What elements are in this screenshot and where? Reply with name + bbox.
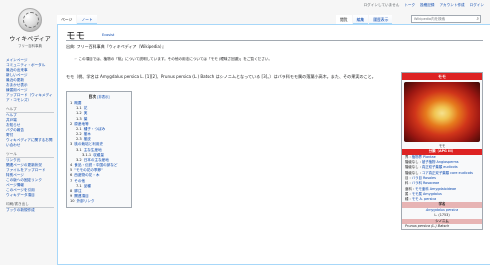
toc-entry-label: 葉 — [83, 116, 88, 121]
sidebar-item-upload[interactable]: アップロード（ウィキメディア・コモンズ） — [6, 93, 54, 103]
toc-entry-label: 収穫量 — [93, 152, 104, 157]
toc-entry-number: 7 — [70, 178, 73, 183]
table-of-contents: 目次 [非表示] 1 概要 1.1 花 1.2 実 1.3 葉 2 原産地等 2.1 種子・つぼみ 2.… — [66, 91, 132, 209]
toc-entry-label: 食品・伝説・中国の諺など — [74, 163, 118, 168]
toc-entry-number: 3 — [70, 142, 73, 147]
taxobox-taxon-link[interactable]: バラ目 Rosales — [412, 176, 436, 180]
toc-entry-number: 2 — [70, 121, 73, 126]
toc-entry-number: 2.1 — [76, 126, 82, 131]
toc-entry-number: 9 — [70, 193, 73, 198]
wikipedia-logo[interactable]: ウィキペディア フリー百科事典 — [6, 8, 54, 48]
view-tabs: 閲覧 編集 履歴表示 — [336, 15, 393, 24]
taxobox-synonym: Prunus persica (L.) Batsch — [405, 224, 450, 229]
toc-entry-label: 実 — [83, 111, 88, 116]
language-link[interactable]: Ecosist — [102, 33, 114, 37]
toc-entry-number: 3.1 — [76, 147, 82, 152]
taxobox-rank: 階級なし — [405, 160, 419, 165]
toc-entry-label: 日本の主な産地 — [83, 157, 109, 162]
taxobox-scientific-name[interactable]: Amygdalus persica — [426, 208, 458, 212]
logo-tagline: フリー百科事典 — [18, 44, 42, 48]
logo-name: ウィキペディア — [9, 36, 51, 43]
search-input[interactable]: Wikipedia内を検索 ⌕ — [411, 15, 481, 23]
toc-toggle-link[interactable]: [非表示] — [97, 95, 109, 99]
login-link[interactable]: ログイン — [470, 3, 484, 8]
sidebar: メインページ コミュニティ・ポータル 最近の出来事 新しいページ 最近の更新 お… — [6, 58, 54, 213]
search-placeholder: Wikipedia内を検索 — [414, 17, 446, 21]
toc-entry-label: その他 — [74, 178, 86, 183]
toc-entry-number: 4 — [70, 163, 73, 168]
toc-entry[interactable]: 10 外部リンク — [70, 199, 128, 204]
toc-entry-label: 外部リンク — [76, 199, 95, 204]
toc-entry-label: 主な生産地 — [83, 147, 102, 152]
toc-entry-number: 10 — [70, 199, 75, 204]
toc-entry-label: "モモの花の季節" — [74, 168, 103, 173]
toc-entry-number: 3.2 — [76, 157, 82, 162]
tab-page[interactable]: ページ — [57, 15, 77, 24]
toc-entry-number: 1.2 — [76, 111, 82, 116]
toc-entry-label: 概要 — [74, 101, 82, 106]
search-icon[interactable]: ⌕ — [476, 16, 479, 22]
tab-talk[interactable]: ノート — [77, 15, 97, 24]
contributions-link[interactable]: 投稿記録 — [420, 3, 434, 8]
not-logged-in-text: ログインしていません — [363, 3, 400, 7]
taxobox: モモ モモ 分類（APG III） 界 : 植物界 Plantae 階級なし : … — [401, 72, 483, 231]
toc-entry-number: 5 — [70, 168, 73, 173]
create-account-link[interactable]: アカウント作成 — [439, 3, 464, 8]
tab-edit[interactable]: 編集 — [352, 15, 369, 24]
taxobox-taxon-link[interactable]: モモ属 Amygdalus — [412, 192, 442, 196]
taxobox-taxon-link[interactable]: モモ A. persica — [412, 197, 437, 201]
taxobox-taxon-link[interactable]: モモ亜科 Amygdaloideae — [415, 187, 456, 191]
toc-entry-label: 脚注 — [74, 188, 82, 193]
toc-entry-label: 樹木 — [83, 132, 91, 137]
sidebar-item-create-book[interactable]: ブックの新規作成 — [6, 208, 54, 213]
taxobox-taxon-link[interactable]: バラ科 Rosaceae — [412, 181, 440, 185]
lead-paragraph: モモ（桃、学名は Amygdalus persica L. [1][2]、Pru… — [66, 74, 376, 79]
toc-entry-number: 3.1.1 — [82, 152, 92, 157]
toc-entry-label: 西遊物の花・木 — [74, 173, 100, 178]
disambiguation-icon: ☞ — [74, 57, 78, 61]
toc-entry-number: 7.1 — [76, 183, 82, 188]
taxobox-title: モモ — [402, 73, 482, 80]
toc-entry-number: 1.3 — [76, 116, 82, 121]
sidebar-item-contact[interactable]: ウィキペディアに関するお問い合わせ — [6, 138, 54, 148]
taxobox-rank: 亜科 — [405, 186, 412, 191]
from-wikipedia-text: 出典: フリー百科事典『ウィキペディア（Wikipedia）』 — [66, 44, 166, 49]
hatnote-text: この項目では、植物の「桃」について説明しています。その他の用法については「モモ … — [78, 57, 273, 61]
sidebar-item-wikidata[interactable]: ウィキデータ項目 — [6, 193, 54, 198]
toc-entry-number: 1 — [70, 101, 73, 106]
peach-image[interactable] — [404, 82, 480, 142]
toc-entry-label: 種子・つぼみ — [83, 126, 106, 131]
toc-entry-label: 品種 — [83, 183, 91, 188]
taxobox-taxon-link[interactable]: 真正双子葉類 eudicots — [422, 165, 458, 169]
taxobox-rank: 階級なし — [405, 170, 419, 175]
taxobox-taxon-link[interactable]: 被子植物 Angiosperms — [422, 160, 459, 164]
taxobox-rows: 界 : 植物界 Plantae 階級なし : 被子植物 Angiosperms 階級… — [402, 155, 482, 203]
toc-title: 目次 — [88, 94, 97, 99]
toc-title-row: 目次 [非表示] — [70, 94, 128, 100]
tab-read[interactable]: 閲覧 — [336, 15, 352, 24]
toc-entry-label: 花 — [83, 106, 88, 111]
toc-entry-label: 原産地等 — [74, 121, 89, 126]
toc-entry-label: 桃の栽培と利用史 — [74, 142, 104, 147]
title-divider — [66, 40, 483, 41]
talk-link[interactable]: トーク — [404, 3, 415, 8]
globe-icon — [18, 8, 42, 32]
taxobox-taxon-link[interactable]: コア真正双子葉類 core eudicots — [422, 171, 473, 175]
taxobox-taxon-link[interactable]: 植物界 Plantae — [412, 155, 436, 159]
personal-tools: ログインしていません トーク 投稿記録 アカウント作成 ログイン — [364, 3, 484, 8]
hatnote: ☞ この項目では、植物の「桃」について説明しています。その他の用法については「モ… — [74, 57, 272, 62]
toc-entry-label: 樹皮 — [83, 137, 91, 142]
toc-entry-label: 関連項目 — [74, 193, 89, 198]
taxobox-rank: 階級なし — [405, 165, 419, 170]
toc-entry-number: 8 — [70, 188, 73, 193]
toc-entry-number: 2.3 — [76, 137, 82, 142]
toc-entry-number: 6 — [70, 173, 73, 178]
toc-entry-number: 1.1 — [76, 106, 82, 111]
toc-entry-number: 2.2 — [76, 132, 82, 137]
tab-history[interactable]: 履歴表示 — [369, 15, 393, 24]
namespace-tabs: ページ ノート — [57, 15, 98, 24]
toc-list: 1 概要 1.1 花 1.2 実 1.3 葉 2 原産地等 2.1 種子・つぼみ 2.2 樹木 2.3 樹皮 3… — [70, 101, 128, 204]
